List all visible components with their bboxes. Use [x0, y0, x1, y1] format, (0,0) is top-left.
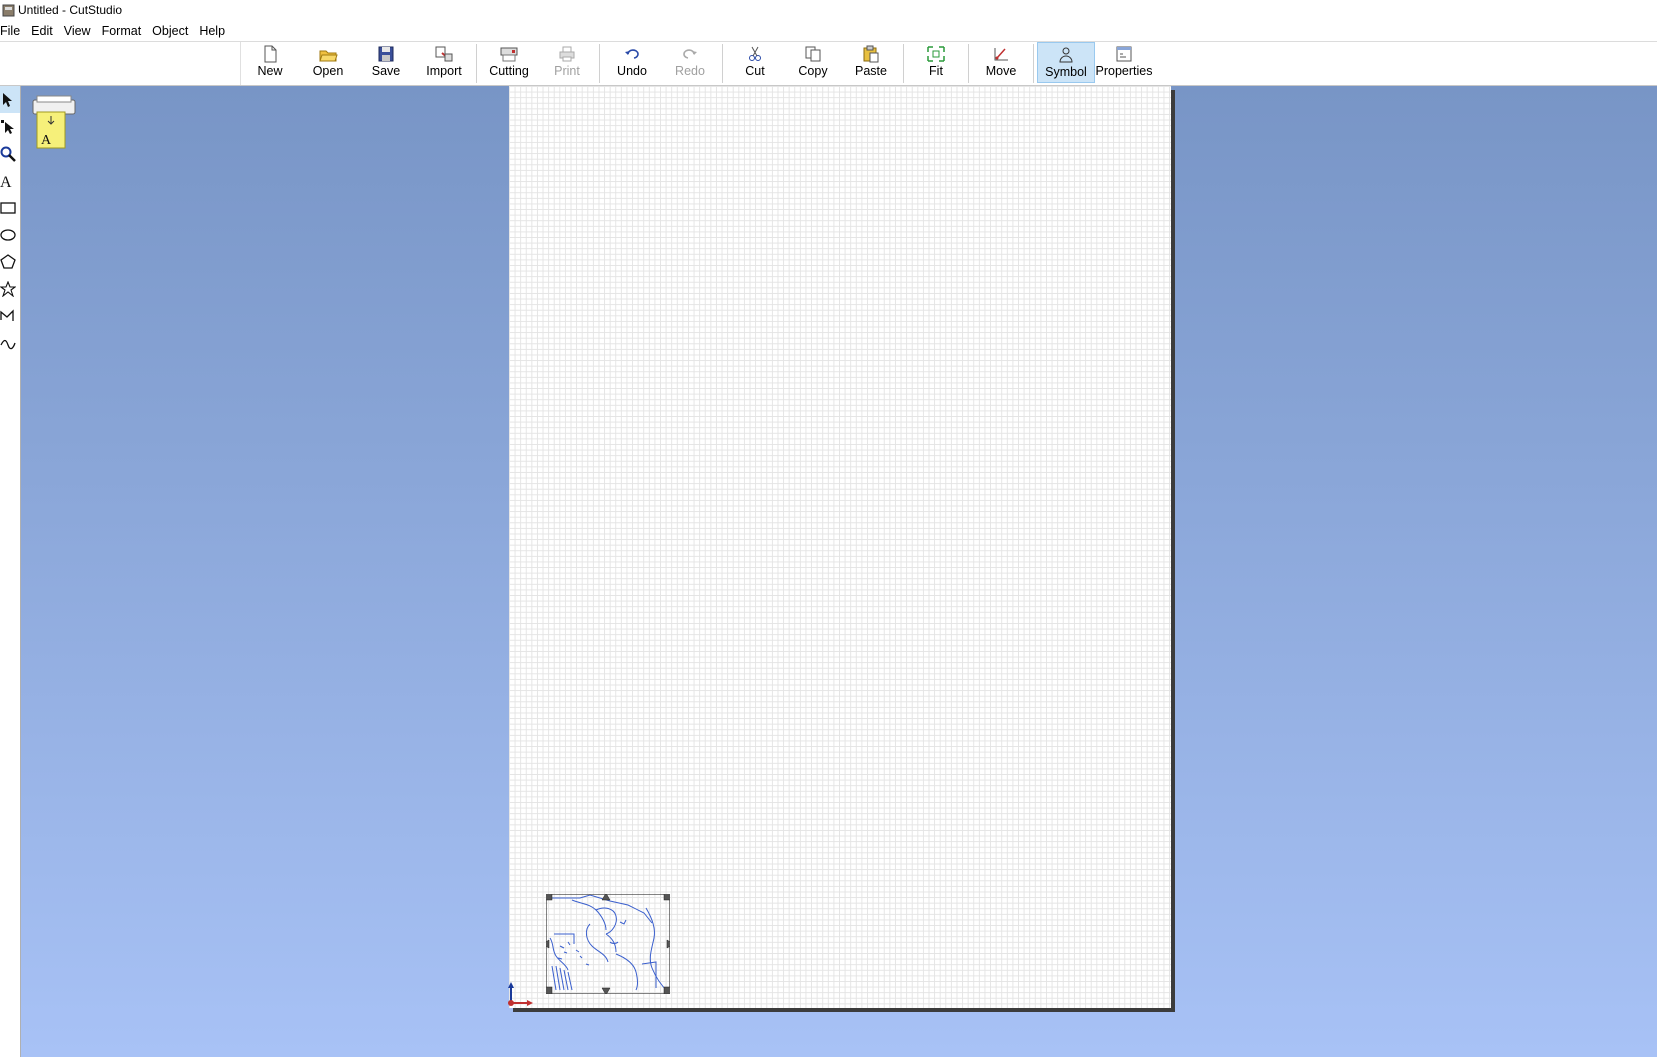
tool-ellipse[interactable]	[0, 221, 20, 248]
window-title: Untitled - CutStudio	[18, 3, 123, 17]
move-button[interactable]: Move	[972, 42, 1030, 83]
workspace[interactable]: A	[21, 86, 1657, 1057]
main-toolbar: New Open Save Import Cutting Print Undo	[240, 42, 1153, 85]
ellipse-icon	[0, 228, 16, 241]
toolbar-separator	[1033, 44, 1034, 83]
selected-artwork[interactable]	[546, 894, 670, 994]
new-document-icon	[264, 45, 277, 63]
tool-rectangle[interactable]	[0, 194, 20, 221]
traced-portrait-artwork	[549, 894, 669, 993]
polygon-icon	[0, 253, 16, 269]
menu-bar: File Edit View Format Object Help	[0, 21, 1657, 42]
undo-button[interactable]: Undo	[603, 42, 661, 83]
open-button[interactable]: Open	[299, 42, 357, 83]
menu-view[interactable]: View	[64, 24, 98, 38]
symbol-icon	[1059, 47, 1073, 63]
tool-curve[interactable]	[0, 329, 20, 356]
zoom-icon	[0, 146, 16, 162]
toolbar-separator	[903, 44, 904, 83]
import-icon	[435, 46, 453, 62]
toolbar-separator	[476, 44, 477, 83]
save-disk-icon	[378, 46, 394, 62]
scissors-icon	[749, 46, 761, 61]
app-icon	[2, 4, 15, 16]
copy-icon	[805, 46, 821, 62]
fit-icon	[927, 46, 945, 62]
redo-icon	[683, 49, 697, 59]
tool-text[interactable]: A	[0, 167, 20, 194]
tool-polyline[interactable]	[0, 302, 20, 329]
tool-star[interactable]	[0, 275, 20, 302]
select-arrow-icon	[3, 92, 12, 107]
selection-handles	[546, 894, 670, 994]
rectangle-icon	[0, 201, 16, 214]
new-button[interactable]: New	[241, 42, 299, 83]
toolbar-separator	[968, 44, 969, 83]
svg-text:A: A	[0, 174, 12, 189]
menu-edit[interactable]: Edit	[31, 24, 60, 38]
cutter-device-icon[interactable]: A	[29, 94, 79, 150]
properties-icon	[1116, 46, 1132, 62]
title-bar: Untitled - CutStudio	[0, 0, 1657, 20]
move-icon	[994, 48, 1008, 61]
tools-palette: A	[0, 86, 21, 1057]
open-folder-icon	[319, 50, 338, 62]
redo-button[interactable]: Redo	[661, 42, 719, 83]
undo-icon	[625, 49, 639, 59]
menu-object[interactable]: Object	[152, 24, 195, 38]
printer-icon	[559, 46, 575, 62]
paste-button[interactable]: Paste	[842, 42, 900, 83]
node-edit-icon	[1, 119, 14, 134]
text-icon: A	[0, 174, 12, 189]
toolbar-separator	[599, 44, 600, 83]
origin-marker-icon	[508, 982, 533, 1006]
toolbar-row: New Open Save Import Cutting Print Undo	[0, 42, 1657, 86]
star-icon	[0, 280, 16, 297]
import-button[interactable]: Import	[415, 42, 473, 83]
curve-icon	[0, 339, 16, 349]
menu-format[interactable]: Format	[102, 24, 149, 38]
toolbar-separator	[722, 44, 723, 83]
symbol-button[interactable]: Symbol	[1037, 42, 1095, 83]
cut-button[interactable]: Cut	[726, 42, 784, 83]
cutting-page[interactable]	[509, 86, 1171, 1008]
properties-button[interactable]: Properties	[1095, 42, 1153, 83]
tool-polygon[interactable]	[0, 248, 20, 275]
print-button[interactable]: Print	[538, 42, 596, 83]
polyline-icon	[0, 308, 14, 321]
cutting-button[interactable]: Cutting	[480, 42, 538, 83]
tool-zoom[interactable]	[0, 140, 20, 167]
copy-button[interactable]: Copy	[784, 42, 842, 83]
fit-button[interactable]: Fit	[907, 42, 965, 83]
tool-select[interactable]	[0, 86, 20, 113]
tool-node-edit[interactable]	[0, 113, 20, 140]
menu-help[interactable]: Help	[199, 24, 232, 38]
svg-text:A: A	[41, 133, 52, 148]
save-button[interactable]: Save	[357, 42, 415, 83]
cutting-plotter-icon	[500, 47, 518, 62]
paste-icon	[863, 45, 879, 63]
menu-file[interactable]: File	[0, 24, 27, 38]
